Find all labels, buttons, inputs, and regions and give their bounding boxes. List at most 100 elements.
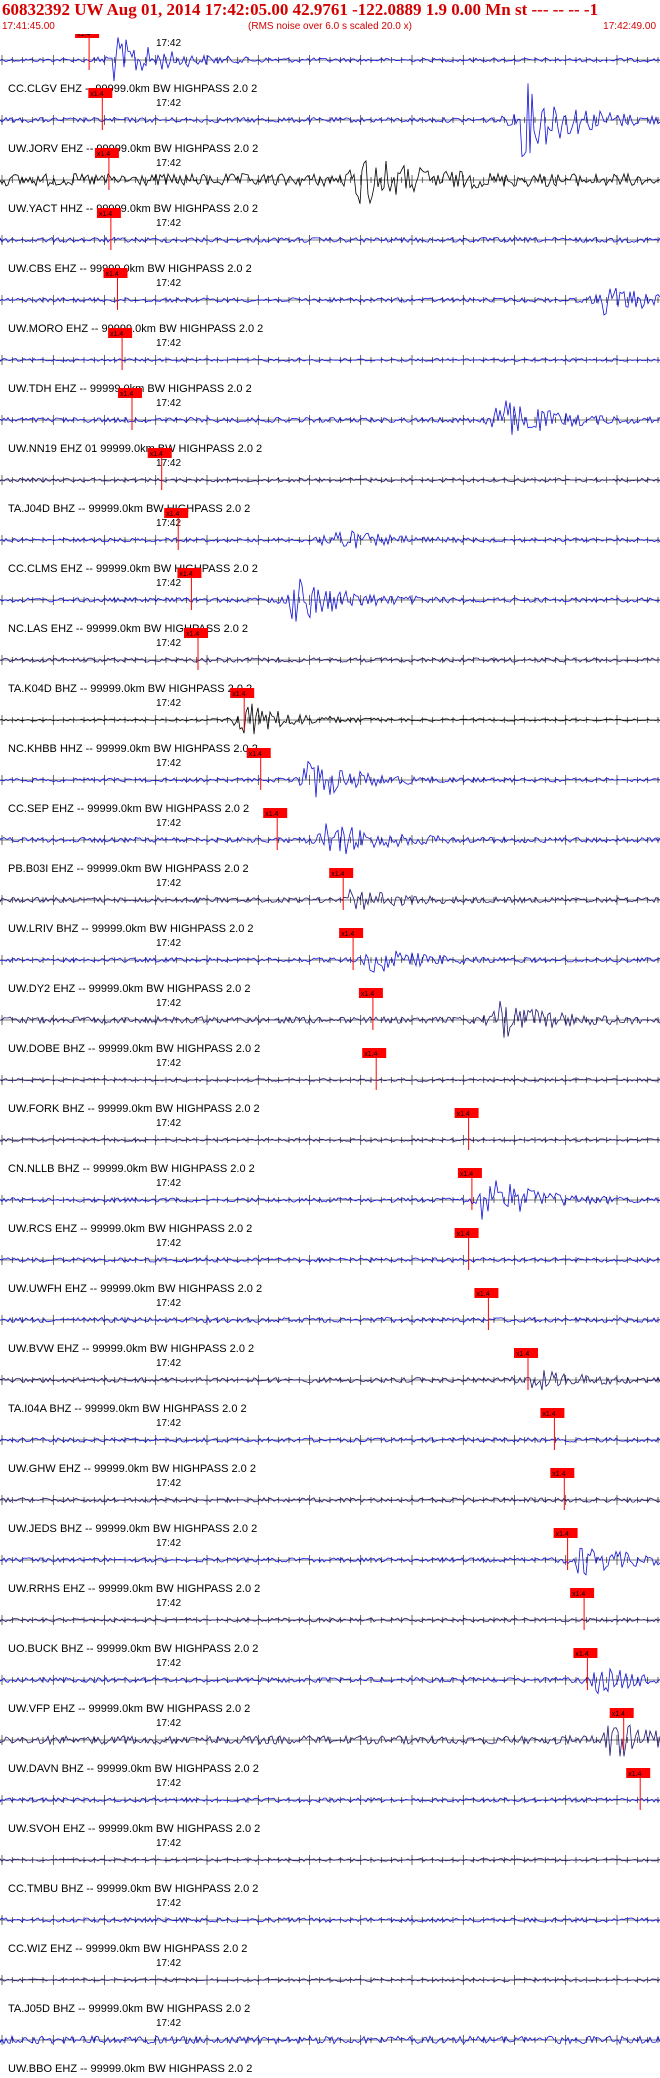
station-label: NC.LAS EHZ -- 99999.0km BW HIGHPASS 2.0 … — [8, 623, 248, 635]
minute-label: 17:42 — [156, 1358, 181, 1369]
trace-row: 17:42 UW.RRHS EHZ -- 99999.0km BW HIGHPAS… — [0, 1528, 660, 1595]
minute-label: 17:42 — [156, 1838, 181, 1849]
trace-row: 17:42 PB.B03I EHZ -- 99999.0km BW HIGHPAS… — [0, 808, 660, 875]
pick-label: x1.4 — [90, 91, 103, 98]
minute-label: 17:42 — [156, 98, 181, 109]
trace-row: 17:42 UW.GHW EHZ -- 99999.0km BW HIGHPASS… — [0, 1408, 660, 1475]
waveform-trace — [0, 160, 660, 205]
minute-label: 17:42 — [156, 638, 181, 649]
minute-label: 17:42 — [156, 218, 181, 229]
station-label: UW.MORO EHZ -- 99999.0km BW HIGHPASS 2.0… — [8, 323, 263, 335]
station-label: UW.VFP EHZ -- 99999.0km BW HIGHPASS 2.0 … — [8, 1703, 250, 1715]
trace-row: 17:42 TA.I04A BHZ -- 99999.0km BW HIGHPAS… — [0, 1348, 660, 1415]
seismogram-traces: 17:42 CC.CLGV EHZ -- 99999.0km BW HIGHPAS… — [0, 34, 660, 2075]
trace-row: 17:42 CC.CLGV EHZ -- 99999.0km BW HIGHPAS… — [0, 34, 660, 95]
station-label: CC.WIZ EHZ -- 99999.0km BW HIGHPASS 2.0 … — [8, 1943, 247, 1955]
minute-label: 17:42 — [156, 1418, 181, 1429]
minute-label: 17:42 — [156, 1058, 181, 1069]
trace-row: 17:42 UW.JEDS BHZ -- 99999.0km BW HIGHPAS… — [0, 1468, 660, 1535]
minute-label: 17:42 — [156, 938, 181, 949]
station-label: TA.J04D BHZ -- 99999.0km BW HIGHPASS 2.0… — [8, 503, 250, 515]
pick-label: x1.4 — [105, 271, 118, 278]
station-label: CC.TMBU BHZ -- 99999.0km BW HIGHPASS 2.0… — [8, 1883, 258, 1895]
trace-row: 17:42 UW.DOBE BHZ -- 99999.0km BW HIGHPAS… — [0, 988, 660, 1055]
trace-row: 17:42 UW.NN19 EHZ 01 99999.0km BW HIGHPAS… — [0, 388, 660, 455]
pick-label: x1.4 — [341, 931, 354, 938]
station-label: UW.CBS EHZ -- 99999.0km BW HIGHPASS 2.0 … — [8, 263, 252, 275]
trace-row: 17:42 UW.UWFH EHZ -- 99999.0km BW HIGHPAS… — [0, 1228, 660, 1295]
minute-label: 17:42 — [156, 1718, 181, 1729]
trace-row: 17:42 CC.TMBU BHZ -- 99999.0km BW HIGHPAS… — [0, 1838, 660, 1895]
minute-label: 17:42 — [156, 2018, 181, 2029]
pick-label: x1.4 — [120, 391, 133, 398]
pick-label: x1.4 — [150, 451, 163, 458]
minute-label: 17:42 — [156, 878, 181, 889]
station-label: PB.B03I EHZ -- 99999.0km BW HIGHPASS 2.0… — [8, 863, 249, 875]
minute-label: 17:42 — [156, 38, 181, 49]
station-label: UW.SVOH EHZ -- 99999.0km BW HIGHPASS 2.0… — [8, 1823, 260, 1835]
station-label: UW.YACT HHZ -- 99999.0km BW HIGHPASS 2.0… — [8, 203, 258, 215]
trace-row: 17:42 UW.DY2 EHZ -- 99999.0km BW HIGHPASS… — [0, 928, 660, 995]
station-label: UW.GHW EHZ -- 99999.0km BW HIGHPASS 2.0 … — [8, 1463, 256, 1475]
minute-label: 17:42 — [156, 1178, 181, 1189]
station-label: CC.SEP EHZ -- 99999.0km BW HIGHPASS 2.0 … — [8, 803, 249, 815]
minute-label: 17:42 — [156, 398, 181, 409]
minute-label: 17:42 — [156, 578, 181, 589]
trace-row: 17:42 UW.CBS EHZ -- 99999.0km BW HIGHPASS… — [0, 208, 660, 275]
trace-row: 17:42 CC.SEP EHZ -- 99999.0km BW HIGHPASS… — [0, 748, 660, 815]
seismogram-panel: 17:42 CC.CLGV EHZ -- 99999.0km BW HIGHPAS… — [0, 34, 660, 2078]
station-label: UW.NN19 EHZ 01 99999.0km BW HIGHPASS 2.0… — [8, 443, 262, 455]
minute-label: 17:42 — [156, 998, 181, 1009]
minute-label: 17:42 — [156, 1478, 181, 1489]
trace-row: 17:42 NC.LAS EHZ -- 99999.0km BW HIGHPASS… — [0, 568, 660, 635]
pick-label: x1.4 — [249, 751, 262, 758]
pick-label: x1.4 — [572, 1591, 585, 1598]
pick-label: x1.4 — [628, 1771, 641, 1778]
minute-label: 17:42 — [156, 1298, 181, 1309]
trace-row: 17:42 TA.J05D BHZ -- 99999.0km BW HIGHPAS… — [0, 1958, 660, 2015]
pick-label: x1.4 — [97, 151, 110, 158]
station-label: TA.J05D BHZ -- 99999.0km BW HIGHPASS 2.0… — [8, 2003, 250, 2015]
pick-label: x1.4 — [612, 1711, 625, 1718]
pick-label: x1.4 — [552, 1471, 565, 1478]
trace-row: 17:42 UW.SVOH EHZ -- 99999.0km BW HIGHPAS… — [0, 1768, 660, 1835]
event-title: 60832392 UW Aug 01, 2014 17:42:05.00 42.… — [2, 0, 599, 19]
station-label: TA.I04A BHZ -- 99999.0km BW HIGHPASS 2.0… — [8, 1403, 247, 1415]
minute-label: 17:42 — [156, 1238, 181, 1249]
minute-label: 17:42 — [156, 1538, 181, 1549]
station-label: UW.BBO EHZ -- 99999.0km BW HIGHPASS 2.0 … — [8, 2063, 252, 2075]
minute-label: 17:42 — [156, 1958, 181, 1969]
station-label: UW.LRIV BHZ -- 99999.0km BW HIGHPASS 2.0… — [8, 923, 254, 935]
station-label: UW.RCS EHZ -- 99999.0km BW HIGHPASS 2.0 … — [8, 1223, 252, 1235]
end-time-label: 17:42:49.00 — [603, 21, 656, 32]
trace-row: 17:42UW.TDH EHZ -- 99999.0km BW HIGHPASS… — [0, 328, 660, 395]
station-label: UW.JEDS BHZ -- 99999.0km BW HIGHPASS 2.0… — [8, 1523, 257, 1535]
pick-label: x1.4 — [77, 34, 90, 38]
trace-row: 17:42 UO.BUCK BHZ -- 99999.0km BW HIGHPAS… — [0, 1588, 660, 1655]
station-label: CN.NLLB BHZ -- 99999.0km BW HIGHPASS 2.0… — [8, 1163, 255, 1175]
scaling-note: (RMS noise over 6.0 s scaled 20.0 x) — [248, 21, 412, 32]
trace-row: 17:42 CN.NLLB BHZ -- 99999.0km BW HIGHPAS… — [0, 1108, 660, 1175]
pick-label: x1.4 — [186, 631, 199, 638]
minute-label: 17:42 — [156, 158, 181, 169]
pick-label: x1.4 — [575, 1651, 588, 1658]
trace-row: 17:42 UW.RCS EHZ -- 99999.0km BW HIGHPASS… — [0, 1168, 660, 1235]
trace-row: 17:42 TA.K04D BHZ -- 99999.0km BW HIGHPAS… — [0, 628, 660, 695]
pick-label: x1.4 — [516, 1351, 529, 1358]
station-label: UW.BVW EHZ -- 99999.0km BW HIGHPASS 2.0 … — [8, 1343, 254, 1355]
station-label: UW.RRHS EHZ -- 99999.0km BW HIGHPASS 2.0… — [8, 1583, 260, 1595]
trace-row: 17:42 CC.WIZ EHZ -- 99999.0km BW HIGHPASS… — [0, 1898, 660, 1955]
plot-header: 60832392 UW Aug 01, 2014 17:42:05.00 42.… — [0, 0, 660, 34]
pick-label: x1.4 — [179, 571, 192, 578]
trace-row: 17:42 UW.DAVN BHZ -- 99999.0km BW HIGHPAS… — [0, 1708, 660, 1775]
pick-label: x1.4 — [476, 1291, 489, 1298]
minute-label: 17:42 — [156, 1658, 181, 1669]
minute-label: 17:42 — [156, 338, 181, 349]
pick-label: x1.4 — [110, 331, 123, 338]
trace-row: 17:42 UW.JORV EHZ -- 99999.0km BW HIGHPAS… — [0, 83, 660, 158]
trace-row: 17:42 UW.MORO EHZ -- 99999.0km BW HIGHPAS… — [0, 268, 660, 335]
station-label: UO.BUCK BHZ -- 99999.0km BW HIGHPASS 2.0… — [8, 1643, 258, 1655]
minute-label: 17:42 — [156, 518, 181, 529]
trace-row: 17:42 UW.BVW EHZ -- 99999.0km BW HIGHPASS… — [0, 1288, 660, 1355]
station-label: UW.DY2 EHZ -- 99999.0km BW HIGHPASS 2.0 … — [8, 983, 250, 995]
